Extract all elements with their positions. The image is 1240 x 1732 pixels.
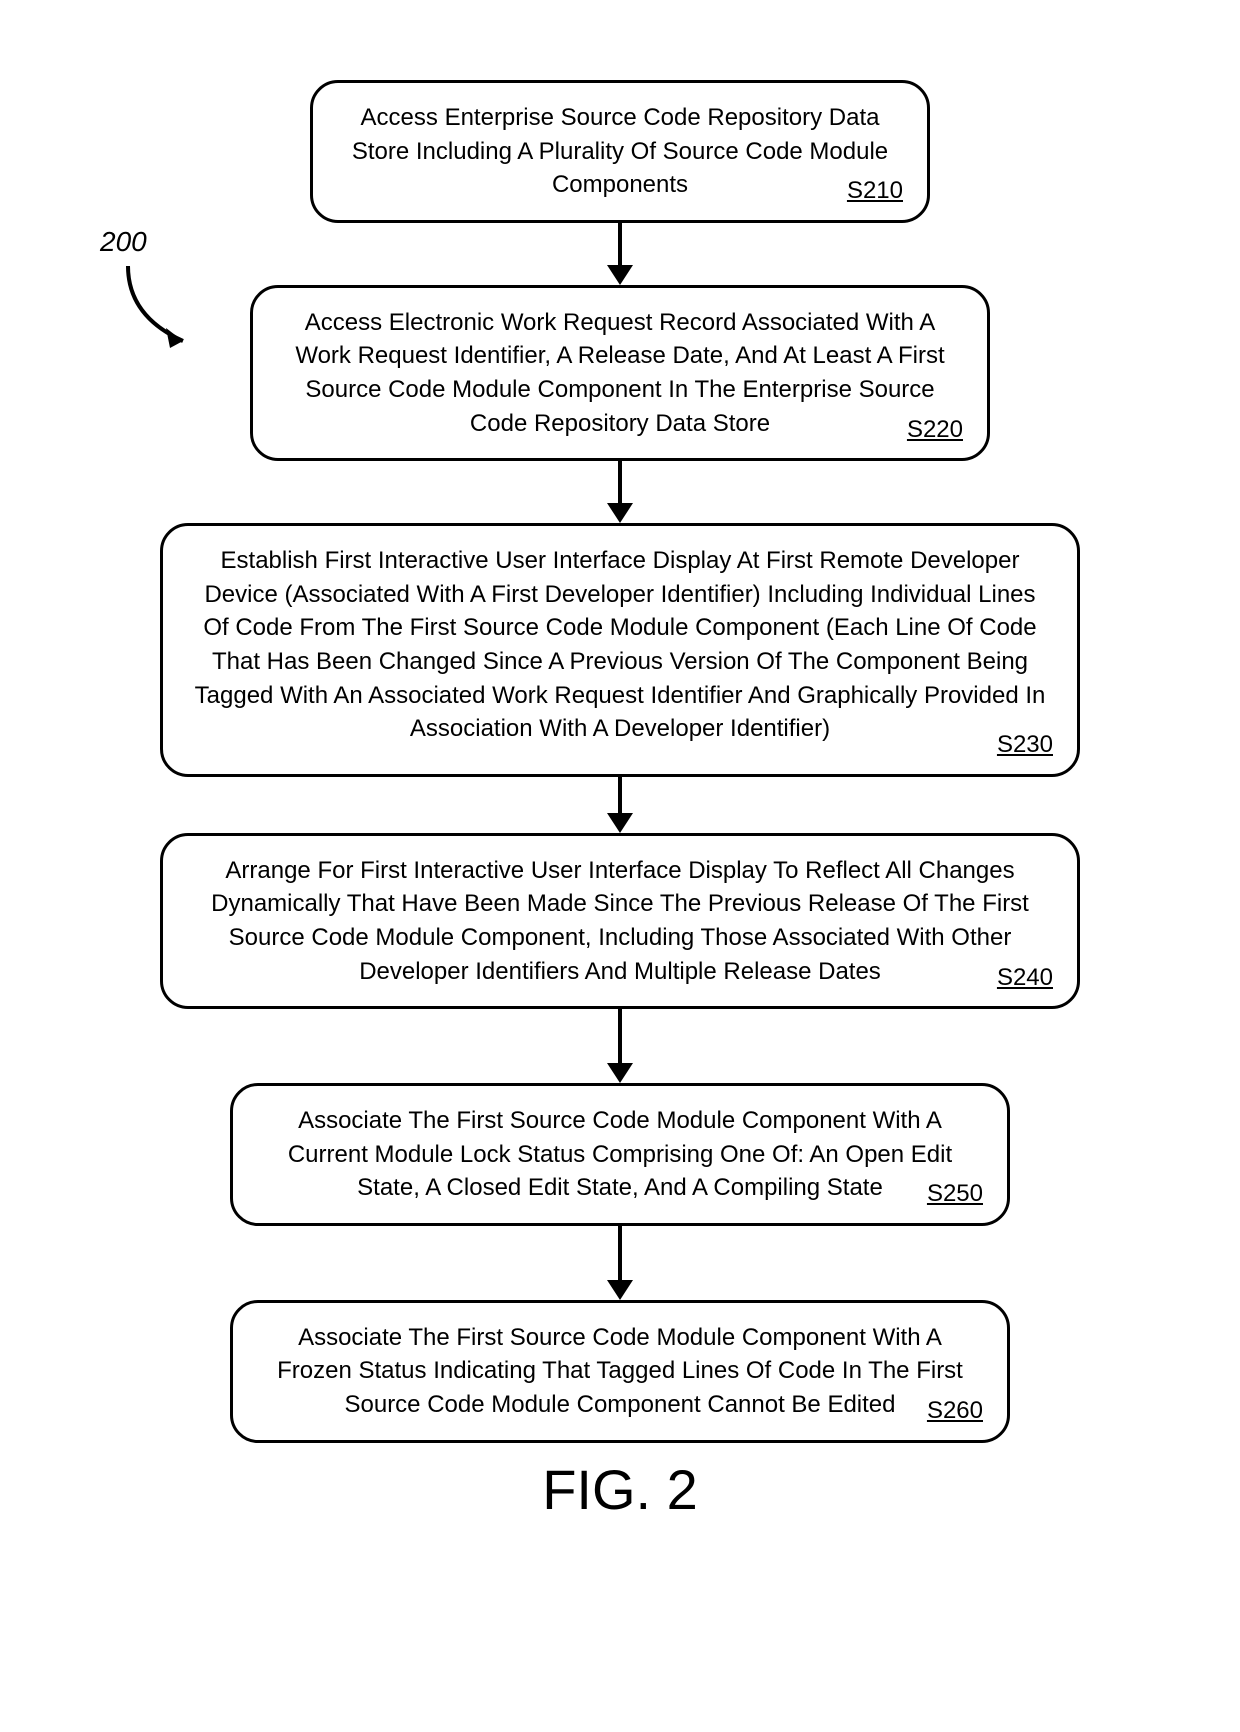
arrow-icon [607, 1226, 633, 1300]
reference-number-text: 200 [100, 226, 147, 257]
step-label: S260 [927, 1394, 983, 1428]
step-s210: Access Enterprise Source Code Repository… [310, 80, 930, 223]
step-label: S210 [847, 174, 903, 208]
step-text: Access Electronic Work Request Record As… [295, 309, 944, 437]
step-text: Arrange For First Interactive User Inter… [211, 857, 1029, 985]
reference-number: 200 [100, 226, 147, 258]
arrow-icon [607, 461, 633, 523]
step-s220: Access Electronic Work Request Record As… [250, 285, 990, 461]
arrow-icon [607, 223, 633, 285]
figure-caption-text: FIG. 2 [542, 1458, 698, 1521]
figure-caption: FIG. 2 [542, 1457, 698, 1522]
step-label: S240 [997, 961, 1053, 995]
step-text: Associate The First Source Code Module C… [277, 1324, 963, 1418]
step-text: Access Enterprise Source Code Repository… [352, 104, 888, 198]
step-s250: Associate The First Source Code Module C… [230, 1083, 1010, 1226]
arrow-icon [607, 1009, 633, 1083]
arrow-icon [607, 777, 633, 833]
step-s260: Associate The First Source Code Module C… [230, 1300, 1010, 1443]
step-label: S230 [997, 728, 1053, 762]
step-s240: Arrange For First Interactive User Inter… [160, 833, 1080, 1009]
step-s230: Establish First Interactive User Interfa… [160, 523, 1080, 777]
step-label: S250 [927, 1177, 983, 1211]
step-label: S220 [907, 413, 963, 447]
step-text: Associate The First Source Code Module C… [288, 1107, 952, 1201]
step-text: Establish First Interactive User Interfa… [195, 547, 1046, 742]
flowchart: Access Enterprise Source Code Repository… [160, 80, 1080, 1443]
